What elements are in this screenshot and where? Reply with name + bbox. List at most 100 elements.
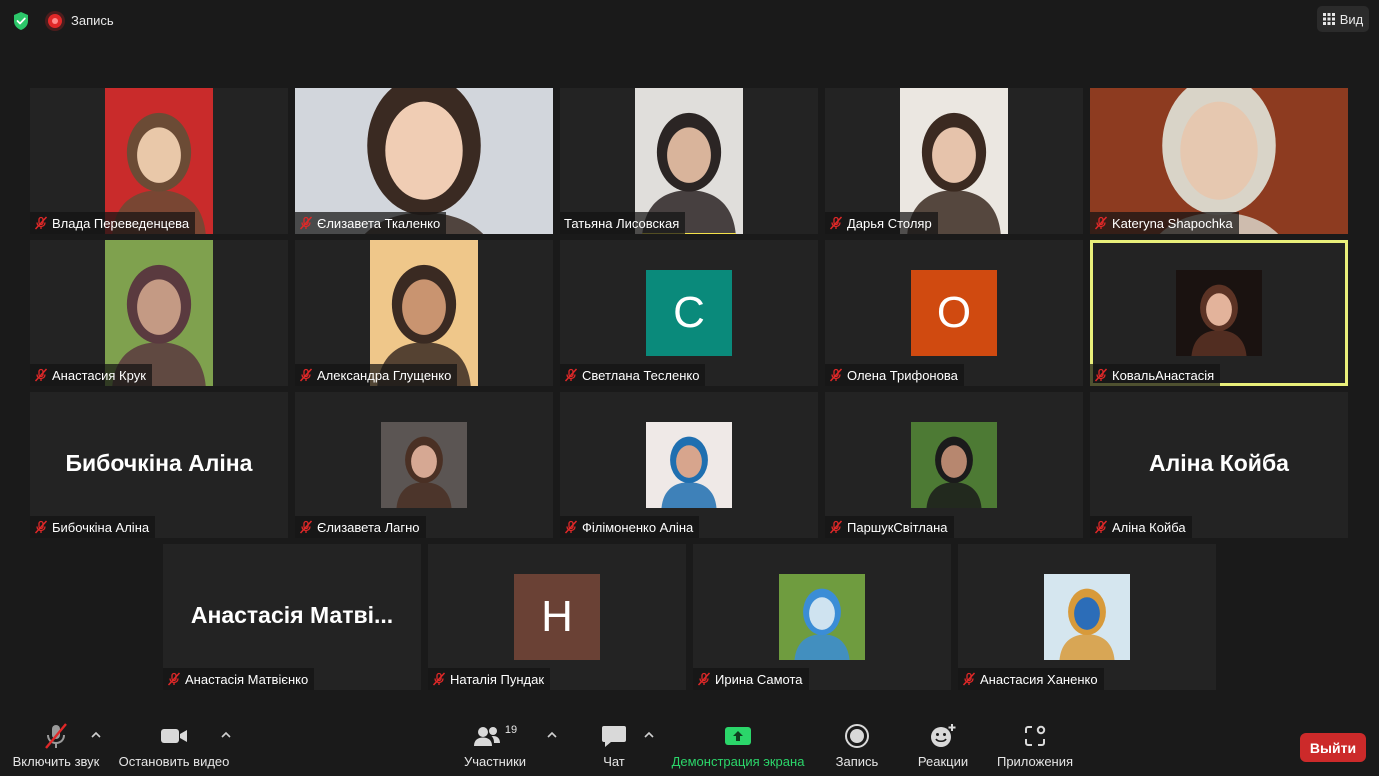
muted-microphone-icon [34,216,48,230]
participant-name: Олена Трифонова [847,367,958,383]
recording-label: Запись [71,13,114,28]
participant-profile-photo [646,422,732,508]
reactions-button[interactable]: Реакции [912,718,974,776]
grid-view-icon [1322,13,1335,25]
participant-tile[interactable]: ПаршукСвітлана [825,392,1083,538]
participant-name-tag: Татьяна Лисовская [560,212,686,234]
record-label: Запись [835,754,879,769]
participant-tile[interactable]: Влада Переведенцева [30,88,288,234]
participant-tile[interactable]: Єлизавета Лагно [295,392,553,538]
participant-name: Анастасия Крук [52,367,146,383]
apps-icon [1025,725,1046,746]
muted-microphone-icon [299,216,313,230]
participant-name-tag: Наталія Пундак [428,668,551,690]
stop-video-button[interactable]: Остановить видео [116,718,232,776]
participant-tile[interactable]: О Олена Трифонова [825,240,1083,386]
participant-tile[interactable]: Kateryna Shapochka [1090,88,1348,234]
muted-microphone-icon [1094,368,1108,382]
participant-name: Єлизавета Ткаленко [317,215,441,231]
video-options-chevron-icon[interactable] [220,730,232,740]
muted-microphone-icon [564,520,578,534]
participant-tile[interactable]: Анастасія Матві... Анастасія Матвієнко [163,544,421,690]
participant-profile-photo [1044,574,1130,660]
participants-label: Участники [463,754,527,769]
participant-name-tag: Єлизавета Лагно [295,516,426,538]
participant-tile[interactable]: Александра Глущенко [295,240,553,386]
participant-name: Ирина Самота [715,671,803,687]
participant-name-tag: Анастасія Матвієнко [163,668,315,690]
participants-button[interactable]: 19 Участники [458,718,532,776]
participant-name: КовальАнастасія [1112,367,1215,383]
participant-tile[interactable]: Бибочкіна Аліна Бибочкіна Аліна [30,392,288,538]
participant-name-tag: Дарья Столяр [825,212,938,234]
participant-name-tag: Аліна Койба [1090,516,1192,538]
participant-tile[interactable]: Аліна Койба Аліна Койба [1090,392,1348,538]
participant-name: Аліна Койба [1112,519,1186,535]
participants-count: 19 [504,724,518,736]
apps-button[interactable]: Приложения [992,718,1078,776]
participant-tile[interactable]: Татьяна Лисовская [560,88,818,234]
participant-name-tag: Анастасия Ханенко [958,668,1104,690]
participant-profile-photo [911,422,997,508]
participant-tile[interactable]: Дарья Столяр [825,88,1083,234]
muted-microphone-icon [829,520,843,534]
participant-tile[interactable]: С Светлана Тесленко [560,240,818,386]
meeting-toolbar: Включить звук Остановить видео 19 Участн… [0,718,1379,776]
participant-name: Влада Переведенцева [52,215,190,231]
participant-name: Дарья Столяр [847,215,932,231]
participants-options-chevron-icon[interactable] [546,730,558,740]
muted-microphone-icon [34,520,48,534]
encryption-shield-icon[interactable] [12,11,30,31]
participant-name: Светлана Тесленко [582,367,700,383]
participant-tile[interactable]: Філімоненко Аліна [560,392,818,538]
participant-initial-avatar: О [911,270,997,356]
participant-tile[interactable]: КовальАнастасія [1090,240,1348,386]
muted-microphone-icon [1094,520,1108,534]
muted-microphone-icon [299,520,313,534]
participant-name: Наталія Пундак [450,671,545,687]
muted-microphone-icon [564,368,578,382]
recording-indicator-icon[interactable] [48,14,62,28]
muted-microphone-icon [962,672,976,686]
chat-button[interactable]: Чат [594,718,634,776]
participant-name-tag: Александра Глущенко [295,364,458,386]
participant-name: Бибочкіна Аліна [52,519,150,535]
apps-label: Приложения [996,754,1074,769]
muted-microphone-icon [829,216,843,230]
unmute-button[interactable]: Включить звук [8,718,104,776]
participant-name: Анастасия Ханенко [980,671,1098,687]
chat-label: Чат [603,754,625,769]
participant-name-tag: Філімоненко Аліна [560,516,700,538]
participant-tile[interactable]: Анастасия Ханенко [958,544,1216,690]
view-button[interactable]: Вид [1317,6,1369,32]
audio-options-chevron-icon[interactable] [90,730,102,740]
participant-profile-photo [779,574,865,660]
participant-name: Єлизавета Лагно [317,519,420,535]
participant-initial-avatar: Н [514,574,600,660]
participant-display-name: Бибочкіна Аліна [65,450,253,476]
reactions-smiley-icon [931,724,956,747]
stop-video-label: Остановить видео [118,754,230,769]
muted-microphone-icon [299,368,313,382]
participant-tile[interactable]: Н Наталія Пундак [428,544,686,690]
chat-options-chevron-icon[interactable] [643,730,655,740]
participant-name-tag: КовальАнастасія [1090,364,1221,386]
participant-tile[interactable]: Ирина Самота [693,544,951,690]
reactions-label: Реакции [917,754,969,769]
muted-microphone-icon [34,368,48,382]
participant-name-tag: Анастасия Крук [30,364,152,386]
leave-button[interactable]: Выйти [1300,733,1366,762]
participant-name: Татьяна Лисовская [564,215,680,231]
participant-tile[interactable]: Єлизавета Ткаленко [295,88,553,234]
share-screen-label: Демонстрация экрана [671,754,805,769]
participant-name: ПаршукСвітлана [847,519,948,535]
share-screen-icon [725,727,751,745]
participant-tile[interactable]: Анастасия Крук [30,240,288,386]
participant-profile-photo [1176,270,1262,356]
participant-name-tag: Ирина Самота [693,668,809,690]
record-button[interactable]: Запись [832,718,882,776]
muted-microphone-icon [1094,216,1108,230]
share-screen-button[interactable]: Демонстрация экрана [668,718,808,776]
muted-microphone-icon [697,672,711,686]
participant-initial-avatar: С [646,270,732,356]
